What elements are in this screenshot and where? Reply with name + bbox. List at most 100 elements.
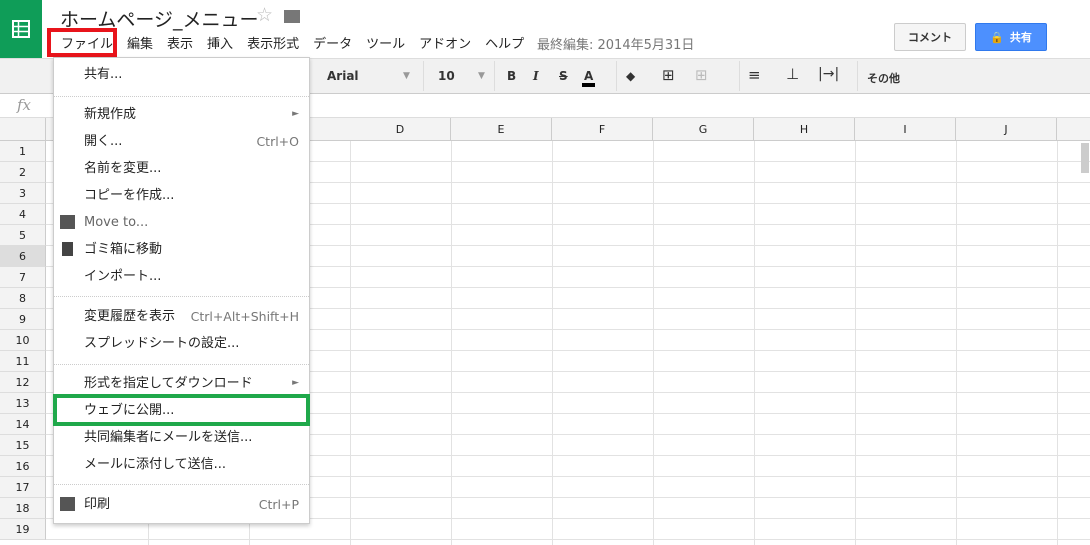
file-menu-item[interactable]: メールに添付して送信...	[54, 451, 309, 478]
menu-separator	[54, 296, 309, 297]
folder-icon	[60, 215, 75, 229]
grid-line	[552, 141, 553, 545]
menu-item-label: 印刷	[84, 497, 111, 512]
menu-item-shortcut: Ctrl+P	[258, 497, 299, 512]
menu-separator	[54, 96, 309, 97]
menu-separator	[54, 484, 309, 485]
submenu-arrow-icon: ►	[292, 109, 299, 119]
menu-insert[interactable]: 挿入	[200, 33, 240, 52]
text-wrap-icon[interactable]: |→|	[818, 66, 839, 82]
row-header[interactable]: 7	[0, 267, 46, 288]
publish-to-web-highlight	[53, 394, 310, 426]
menu-item-label: 名前を変更...	[84, 161, 162, 176]
column-header-e[interactable]: E	[451, 118, 552, 141]
font-select[interactable]: Arial	[327, 69, 359, 83]
file-menu-item[interactable]: Move to...	[54, 209, 309, 236]
row-header[interactable]: 6	[0, 246, 46, 267]
menu-item-label: インポート...	[84, 269, 162, 284]
row-header[interactable]: 13	[0, 393, 46, 414]
comment-button[interactable]: コメント	[894, 23, 966, 51]
row-header[interactable]: 5	[0, 225, 46, 246]
file-menu-item[interactable]: ゴミ箱に移動	[54, 236, 309, 263]
menu-addons[interactable]: アドオン	[412, 33, 478, 52]
fill-color-icon[interactable]: ◆	[626, 69, 635, 83]
file-menu-item[interactable]: 形式を指定してダウンロード ►	[54, 370, 309, 397]
menu-item-label: 開く...	[84, 134, 123, 149]
column-header-f[interactable]: F	[552, 118, 653, 141]
row-header[interactable]: 1	[0, 141, 46, 162]
italic-button[interactable]: I	[533, 69, 539, 83]
printer-icon	[60, 497, 75, 511]
share-button[interactable]: 🔒 共有	[975, 23, 1047, 51]
file-menu-item[interactable]: スプレッドシートの設定...	[54, 330, 309, 357]
grid-line	[451, 141, 452, 545]
text-color-button[interactable]: A	[582, 69, 596, 87]
chevron-down-icon[interactable]: ▼	[478, 71, 485, 81]
lock-icon: 🔒	[990, 30, 1004, 44]
sheets-logo-icon[interactable]	[0, 0, 42, 58]
row-header[interactable]: 12	[0, 372, 46, 393]
column-header-h[interactable]: H	[754, 118, 855, 141]
row-header[interactable]: 17	[0, 477, 46, 498]
file-menu-item[interactable]: 共同編集者にメールを送信...	[54, 424, 309, 451]
more-button[interactable]: その他	[867, 70, 900, 86]
menu-item-label: 新規作成	[84, 107, 137, 122]
chevron-down-icon[interactable]: ▼	[403, 71, 410, 81]
last-edit-status[interactable]: 最終編集: 2014年5月31日	[537, 34, 694, 53]
row-header[interactable]: 18	[0, 498, 46, 519]
menu-edit[interactable]: 編集	[120, 33, 160, 52]
file-menu-item[interactable]: 開く... Ctrl+O	[54, 128, 309, 155]
menu-data[interactable]: データ	[306, 33, 359, 52]
file-menu-item[interactable]: 変更履歴を表示 Ctrl+Alt+Shift+H	[54, 303, 309, 330]
grid-line	[46, 539, 1090, 540]
align-left-icon[interactable]: ≡	[748, 66, 761, 84]
grid-line	[653, 141, 654, 545]
menu-item-label: コピーを作成...	[84, 188, 175, 203]
folder-icon[interactable]	[284, 10, 300, 23]
menu-tools[interactable]: ツール	[359, 33, 412, 52]
submenu-arrow-icon: ►	[292, 378, 299, 388]
menu-help[interactable]: ヘルプ	[478, 33, 531, 52]
merge-cells-icon[interactable]: ⊞	[695, 66, 708, 84]
row-header[interactable]: 9	[0, 309, 46, 330]
row-header[interactable]: 4	[0, 204, 46, 225]
font-size-select[interactable]: 10	[438, 69, 455, 83]
menu-item-label: 形式を指定してダウンロード	[84, 376, 253, 391]
fx-icon: fx	[17, 96, 32, 114]
menu-separator	[54, 364, 309, 365]
bold-button[interactable]: B	[507, 69, 516, 83]
strikethrough-button[interactable]: S	[559, 69, 568, 83]
file-menu-item[interactable]: インポート...	[54, 263, 309, 290]
menu-item-label: 共有...	[84, 67, 123, 82]
row-header[interactable]: 11	[0, 351, 46, 372]
row-header[interactable]: 8	[0, 288, 46, 309]
borders-icon[interactable]: ⊞	[662, 66, 675, 84]
row-header[interactable]: 19	[0, 519, 46, 540]
row-header[interactable]: 10	[0, 330, 46, 351]
menu-format[interactable]: 表示形式	[240, 33, 306, 52]
menu-item-label: メールに添付して送信...	[84, 457, 227, 472]
column-header-i[interactable]: I	[855, 118, 956, 141]
menu-view[interactable]: 表示	[160, 33, 200, 52]
row-header[interactable]: 14	[0, 414, 46, 435]
menu-item-label: 変更履歴を表示	[84, 309, 176, 324]
file-menu-item[interactable]: 名前を変更...	[54, 155, 309, 182]
file-menu-item[interactable]: 印刷 Ctrl+P	[54, 491, 309, 518]
column-header-d[interactable]: D	[350, 118, 451, 141]
vertical-align-icon[interactable]: ⊥	[786, 65, 799, 83]
column-header-g[interactable]: G	[653, 118, 754, 141]
row-header[interactable]: 3	[0, 183, 46, 204]
share-label: 共有	[1009, 31, 1032, 44]
file-menu-item[interactable]: 共有...	[54, 61, 309, 88]
file-menu-item[interactable]: コピーを作成...	[54, 182, 309, 209]
column-header-j[interactable]: J	[956, 118, 1057, 141]
row-header[interactable]: 16	[0, 456, 46, 477]
file-menu-item[interactable]: 新規作成 ►	[54, 101, 309, 128]
vertical-scrollbar[interactable]	[1081, 143, 1089, 173]
menu-item-shortcut: Ctrl+Alt+Shift+H	[190, 309, 299, 324]
star-icon[interactable]: ☆	[256, 4, 273, 26]
menu-item-label: スプレッドシートの設定...	[84, 336, 240, 351]
row-header[interactable]: 2	[0, 162, 46, 183]
row-header[interactable]: 15	[0, 435, 46, 456]
select-all-corner[interactable]	[0, 118, 46, 141]
